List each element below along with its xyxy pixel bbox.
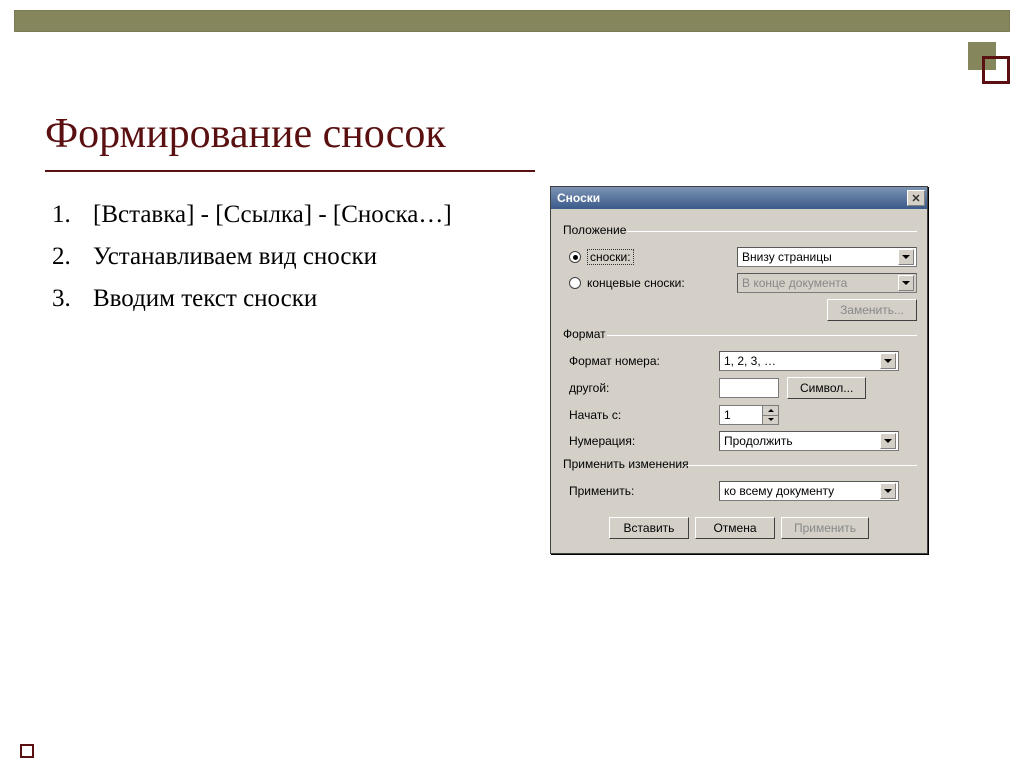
group-position: Положение [561, 223, 917, 237]
spinner-up-icon[interactable] [762, 406, 778, 416]
footnotes-position-select[interactable]: Внизу страницы [737, 247, 917, 267]
apply-button: Применить [781, 517, 869, 539]
endnotes-position-select: В конце документа [737, 273, 917, 293]
group-label: Формат [561, 327, 608, 341]
list-item: Вводим текст сноски [77, 282, 515, 316]
list-item: Устанавливаем вид сноски [77, 240, 515, 274]
group-label: Положение [561, 223, 628, 237]
radio-footnotes[interactable] [569, 251, 581, 263]
numbering-select[interactable]: Продолжить [719, 431, 899, 451]
start-at-label: Начать с: [569, 408, 719, 422]
other-symbol-label: другой: [569, 381, 719, 395]
apply-to-label: Применить: [569, 484, 719, 498]
dialog-title: Сноски [557, 191, 907, 205]
cancel-button[interactable]: Отмена [695, 517, 775, 539]
number-format-label: Формат номера: [569, 354, 719, 368]
spinner-down-icon[interactable] [762, 416, 778, 425]
close-icon: ✕ [911, 192, 920, 205]
slide-title: Формирование сносок [45, 110, 446, 158]
group-format: Формат [561, 327, 917, 341]
close-button[interactable]: ✕ [907, 190, 925, 206]
dialog-titlebar[interactable]: Сноски ✕ [551, 187, 927, 209]
chevron-down-icon [898, 249, 914, 265]
other-symbol-input[interactable] [719, 378, 779, 398]
radio-footnotes-label[interactable]: сноски: [587, 250, 737, 264]
apply-to-select[interactable]: ко всему документу [719, 481, 899, 501]
chevron-down-icon [898, 275, 914, 291]
insert-button[interactable]: Вставить [609, 517, 689, 539]
group-apply-changes: Применить изменения [561, 457, 917, 471]
footnotes-dialog: Сноски ✕ Положение сноски: Внизу страниц… [550, 186, 928, 554]
number-format-select[interactable]: 1, 2, 3, … [719, 351, 899, 371]
slide-top-bar [14, 10, 1010, 32]
title-underline [45, 170, 535, 172]
slide-list: [Вставка] - [Ссылка] - [Сноска…] Устанав… [45, 198, 515, 323]
chevron-down-icon [880, 353, 896, 369]
footer-square-decoration [20, 744, 34, 758]
start-at-spinner[interactable]: 1 [719, 405, 779, 425]
replace-button: Заменить... [827, 299, 917, 321]
slide-corner-decoration [968, 42, 1010, 84]
chevron-down-icon [880, 483, 896, 499]
radio-endnotes[interactable] [569, 277, 581, 289]
chevron-down-icon [880, 433, 896, 449]
symbol-button[interactable]: Символ... [787, 377, 866, 399]
numbering-label: Нумерация: [569, 434, 719, 448]
radio-endnotes-label[interactable]: концевые сноски: [587, 276, 737, 290]
group-label: Применить изменения [561, 457, 691, 471]
list-item: [Вставка] - [Ссылка] - [Сноска…] [77, 198, 515, 232]
